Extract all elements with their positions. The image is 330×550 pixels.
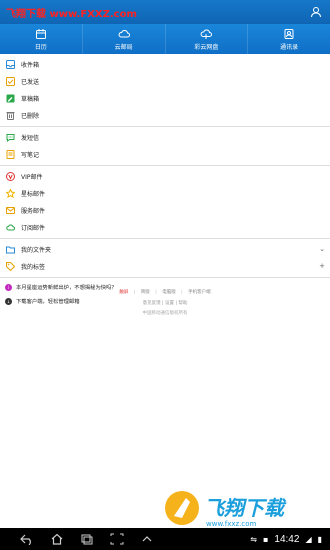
plus-icon[interactable]: + <box>319 262 325 270</box>
footer-version-links: 触屏 | 简版 | 电脑版 | 手机客户端 <box>119 290 211 295</box>
calendar-icon <box>35 28 46 39</box>
tab-cloud-drive-label: 彩云网盘 <box>194 43 219 51</box>
folder-icon <box>6 245 15 254</box>
menu-icon[interactable] <box>140 533 154 545</box>
clock: 14:42 <box>274 533 300 545</box>
app-header: 飞翔下载 www.FXXZ.com <box>0 0 330 24</box>
tab-calendar[interactable]: 日历 <box>0 24 83 54</box>
chevron-down-icon[interactable]: ⌄ <box>319 245 325 253</box>
mail-subscribed[interactable]: 订阅邮件 <box>0 219 330 236</box>
cloud-mail-icon <box>118 29 130 37</box>
mail-vip-label: VIP邮件 <box>21 174 43 181</box>
tab-contacts[interactable]: 通讯录 <box>248 24 330 54</box>
user-icon[interactable] <box>310 6 322 18</box>
tab-contacts-label: 通讯录 <box>280 43 299 51</box>
footer-link-simple[interactable]: 简版 <box>141 290 150 295</box>
footer-link-feedback[interactable]: 意见反馈 <box>143 301 161 306</box>
divider <box>0 165 330 166</box>
tag-icon <box>6 262 15 271</box>
mail-service[interactable]: 服务邮件 <box>0 202 330 219</box>
battery-icon: ▮ <box>317 534 322 544</box>
folder-drafts[interactable]: 草稿箱 <box>0 90 330 107</box>
mail-subscribed-label: 订阅邮件 <box>21 225 46 232</box>
trash-icon <box>6 111 15 120</box>
home-icon[interactable] <box>50 533 64 545</box>
footer-link-client[interactable]: 手机客户端 <box>188 290 211 295</box>
site-watermark-label: 飞翔下载 www.FXXZ.com <box>6 8 137 20</box>
vip-icon <box>6 172 15 181</box>
folder-sent[interactable]: 已发送 <box>0 73 330 90</box>
folder-inbox[interactable]: 收件箱 <box>0 56 330 73</box>
folder-deleted-label: 已删除 <box>21 113 40 120</box>
mail-starred-label: 星标邮件 <box>21 191 46 198</box>
back-icon[interactable] <box>20 533 34 545</box>
mail-vip[interactable]: VIP邮件 <box>0 168 330 185</box>
status-area: ⇋ ▪ 14:42 ◢ ▮ <box>250 534 330 545</box>
wifi-icon: ◢ <box>305 534 312 544</box>
mail-starred[interactable]: 星标邮件 <box>0 185 330 202</box>
footer-link-settings[interactable]: 设置 <box>165 301 174 306</box>
note-icon <box>6 150 15 159</box>
tab-calendar-label: 日历 <box>34 43 47 51</box>
star-icon <box>6 189 15 198</box>
sms-icon <box>6 133 15 142</box>
svg-text:飞翔下载: 飞翔下载 <box>204 496 287 520</box>
folder-sent-label: 已发送 <box>21 79 40 86</box>
screenshot-icon[interactable] <box>110 533 124 545</box>
my-folders-label: 我的文件夹 <box>21 247 52 254</box>
contacts-icon <box>284 28 294 39</box>
drafts-icon <box>6 94 15 103</box>
divider <box>0 277 330 278</box>
main-tabs: 日历 云邮局 彩云网盘 通讯录 <box>0 24 330 54</box>
service-icon <box>6 206 15 215</box>
usb-icon: ⇋ <box>250 534 257 544</box>
footer-help-links: 意见反馈 | 设置 | 帮助 <box>142 301 188 306</box>
divider <box>0 238 330 239</box>
compose-sms[interactable]: 发短信 <box>0 129 330 146</box>
mail-service-label: 服务邮件 <box>21 208 46 215</box>
tab-cloud-drive[interactable]: 彩云网盘 <box>166 24 249 54</box>
mail-menu: 收件箱 已发送 草稿箱 已删除 发短信 写笔记 VIP邮件 星标邮件 服务邮件 … <box>0 56 330 308</box>
subscribe-icon <box>6 223 15 232</box>
notification-icon: ▪ <box>262 534 269 544</box>
folder-drafts-label: 草稿箱 <box>21 96 40 103</box>
compose-note-label: 写笔记 <box>21 152 40 159</box>
watermark-logo: 飞翔下载 www.fxxz.com <box>160 488 330 528</box>
divider <box>0 126 330 127</box>
system-nav-bar: ⇋ ▪ 14:42 ◢ ▮ <box>0 528 330 550</box>
footer-copyright: 中国移动通信版权所有 <box>142 311 188 316</box>
my-tags-label: 我的标签 <box>21 264 46 271</box>
my-folders[interactable]: 我的文件夹 ⌄ <box>0 241 330 258</box>
footer-link-touch[interactable]: 触屏 <box>119 290 128 295</box>
cloud-drive-icon <box>200 28 213 39</box>
svg-text:www.fxxz.com: www.fxxz.com <box>206 520 257 528</box>
compose-note[interactable]: 写笔记 <box>0 146 330 163</box>
compose-sms-label: 发短信 <box>21 135 40 142</box>
folder-deleted[interactable]: 已删除 <box>0 107 330 124</box>
recent-apps-icon[interactable] <box>80 533 94 545</box>
sent-icon <box>6 77 15 86</box>
folder-inbox-label: 收件箱 <box>21 62 40 69</box>
my-tags[interactable]: 我的标签 + <box>0 258 330 275</box>
inbox-icon <box>6 60 15 69</box>
tab-cloud-mail-label: 云邮局 <box>114 43 133 51</box>
footer-link-desktop[interactable]: 电脑版 <box>162 290 176 295</box>
footer-link-help[interactable]: 帮助 <box>178 301 187 306</box>
tab-cloud-mail[interactable]: 云邮局 <box>83 24 166 54</box>
